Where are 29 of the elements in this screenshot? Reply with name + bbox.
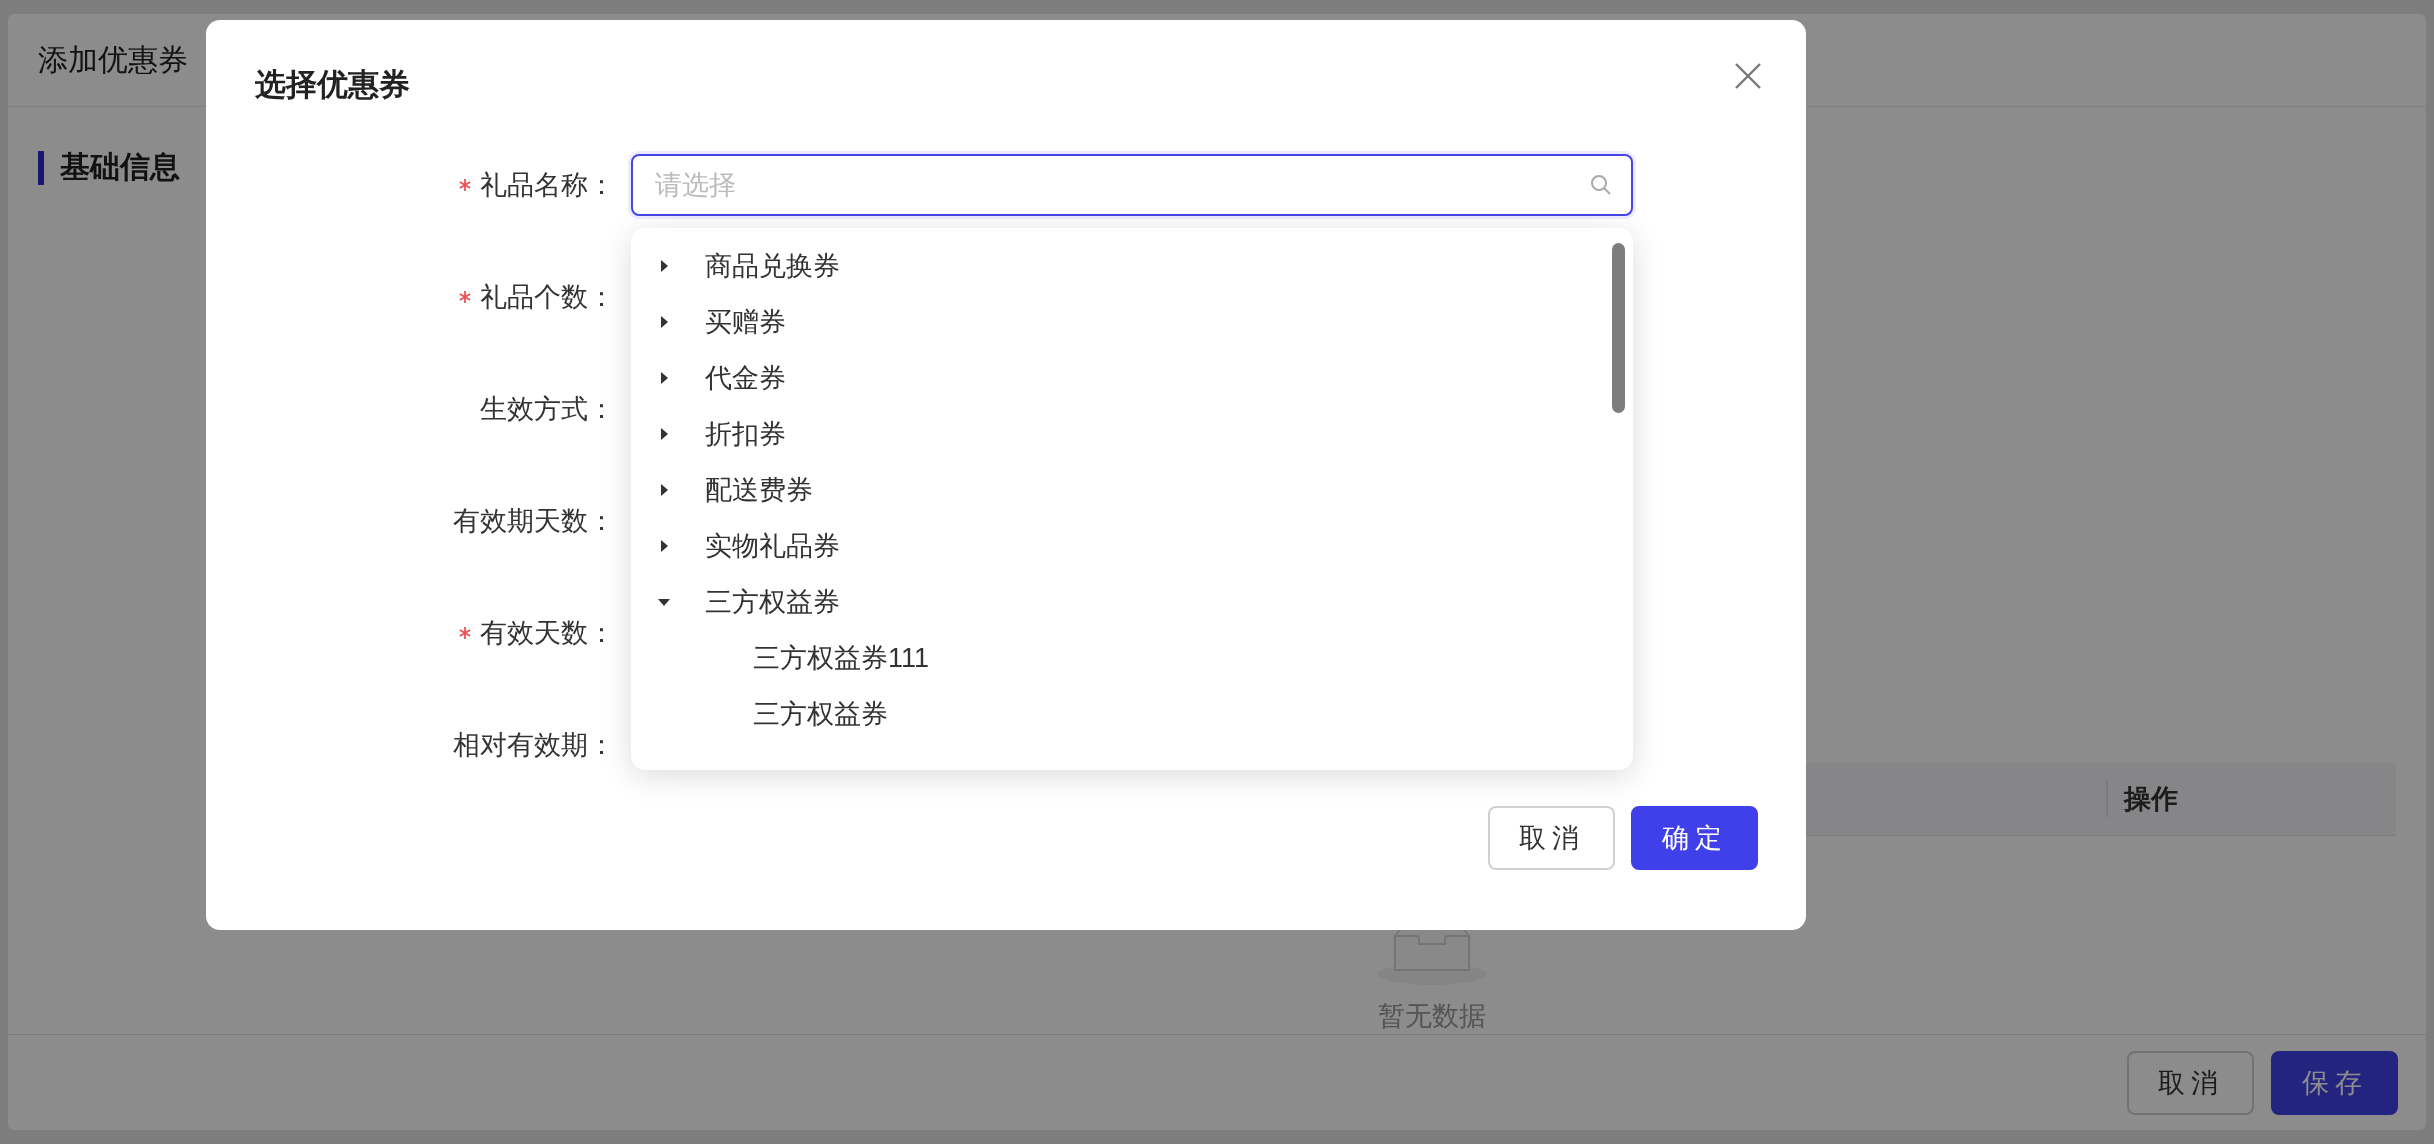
section-title: 基础信息 bbox=[60, 149, 180, 185]
tree-item[interactable]: 配送费券 bbox=[631, 462, 1633, 518]
section-marker bbox=[38, 150, 44, 185]
tree-item[interactable]: 三方权益券 bbox=[631, 574, 1633, 630]
page-title: 添加优惠券 bbox=[38, 41, 188, 78]
field-label: 有效天数： bbox=[480, 617, 615, 650]
tree-item[interactable]: 买赠券 bbox=[631, 294, 1633, 350]
search-icon bbox=[1589, 173, 1613, 197]
close-icon[interactable] bbox=[1734, 62, 1762, 90]
field-label: 礼品名称： bbox=[480, 169, 615, 202]
cancel-button[interactable]: 取消 bbox=[2127, 1050, 2254, 1115]
field-label: 生效方式： bbox=[480, 393, 615, 426]
scrollbar-thumb[interactable] bbox=[1612, 243, 1625, 413]
field-label: 礼品个数： bbox=[480, 281, 615, 314]
tree-item[interactable]: 三方权益券 bbox=[631, 686, 1633, 742]
dialog-title: 选择优惠券 bbox=[255, 66, 410, 104]
tree-item[interactable]: 折扣券 bbox=[631, 406, 1633, 462]
confirm-button[interactable]: 确定 bbox=[1631, 806, 1758, 870]
cancel-button[interactable]: 取消 bbox=[1488, 806, 1615, 870]
tree-item[interactable]: 三方权益券111 bbox=[631, 630, 1633, 686]
tree-item[interactable]: 商品兑换券 bbox=[631, 238, 1633, 294]
tree-item[interactable]: 实物礼品券 bbox=[631, 518, 1633, 574]
field-label: 有效期天数： bbox=[453, 505, 615, 538]
empty-text: 暂无数据 bbox=[1378, 1000, 1486, 1033]
save-button[interactable]: 保存 bbox=[2271, 1050, 2398, 1115]
column-header: 操作 bbox=[2106, 781, 2396, 817]
select-field[interactable]: 请选择 bbox=[631, 154, 1633, 216]
field-label: 相对有效期： bbox=[453, 729, 615, 762]
tree-item[interactable]: 代金券 bbox=[631, 350, 1633, 406]
